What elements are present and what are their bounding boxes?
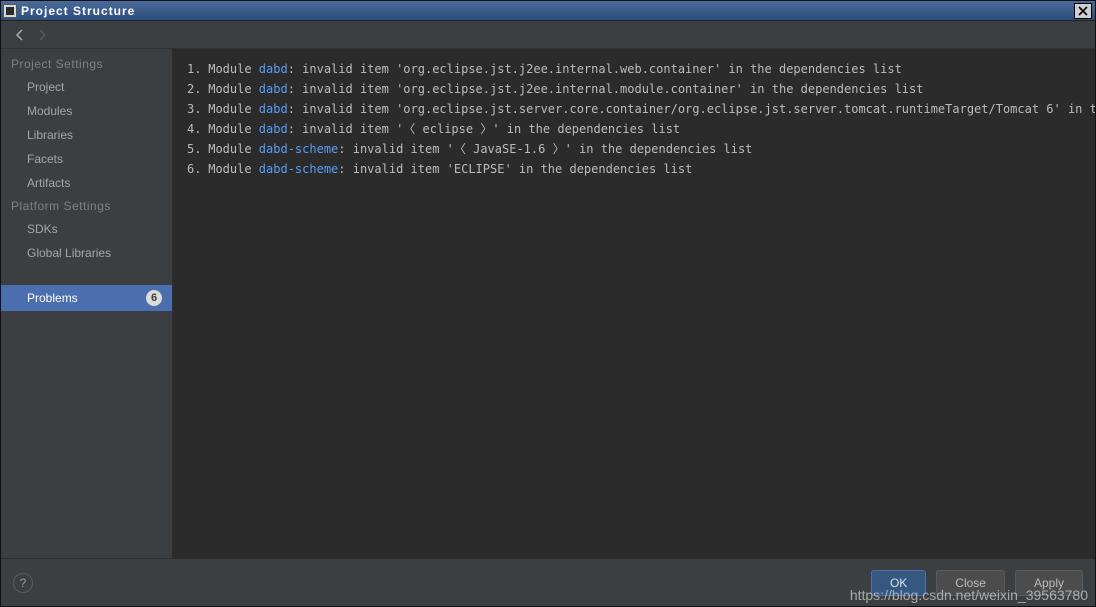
ok-button[interactable]: OK xyxy=(871,570,926,596)
sidebar: Project Settings Project Modules Librari… xyxy=(1,49,173,558)
problem-message: : invalid item 'org.eclipse.jst.j2ee.int… xyxy=(288,82,924,96)
problem-message: : invalid item '〈 eclipse 〉' in the depe… xyxy=(288,122,680,136)
module-link[interactable]: dabd xyxy=(259,102,288,116)
problem-prefix: Module xyxy=(201,102,259,116)
sidebar-item-sdks[interactable]: SDKs xyxy=(1,217,172,241)
title-bar: Project Structure xyxy=(1,1,1095,21)
problem-number: 1. xyxy=(187,59,201,79)
problem-number: 2. xyxy=(187,79,201,99)
module-link[interactable]: dabd-scheme xyxy=(259,162,338,176)
problem-number: 3. xyxy=(187,99,201,119)
section-platform-settings: Platform Settings xyxy=(1,195,172,217)
problems-count-badge: 6 xyxy=(146,290,162,306)
sidebar-item-modules[interactable]: Modules xyxy=(1,99,172,123)
sidebar-item-global-libraries[interactable]: Global Libraries xyxy=(1,241,172,265)
module-link[interactable]: dabd xyxy=(259,62,288,76)
help-button[interactable]: ? xyxy=(13,573,33,593)
problems-panel: 1. Module dabd: invalid item 'org.eclips… xyxy=(173,49,1095,558)
section-project-settings: Project Settings xyxy=(1,53,172,75)
apply-button[interactable]: Apply xyxy=(1015,570,1083,596)
close-button[interactable] xyxy=(1074,3,1092,19)
problem-row[interactable]: 5. Module dabd-scheme: invalid item '〈 J… xyxy=(187,139,1081,159)
problem-row[interactable]: 3. Module dabd: invalid item 'org.eclips… xyxy=(187,99,1081,119)
arrow-left-icon xyxy=(13,28,27,42)
sidebar-item-artifacts[interactable]: Artifacts xyxy=(1,171,172,195)
problem-message: : invalid item 'org.eclipse.jst.j2ee.int… xyxy=(288,62,902,76)
arrow-right-icon xyxy=(35,28,49,42)
problem-message: : invalid item 'ECLIPSE' in the dependen… xyxy=(338,162,692,176)
problem-number: 5. xyxy=(187,139,201,159)
problem-row[interactable]: 6. Module dabd-scheme: invalid item 'ECL… xyxy=(187,159,1081,179)
forward-button[interactable] xyxy=(33,26,51,44)
problem-prefix: Module xyxy=(201,62,259,76)
problem-row[interactable]: 4. Module dabd: invalid item '〈 eclipse … xyxy=(187,119,1081,139)
project-structure-window: Project Structure Project Settings Proje… xyxy=(0,0,1096,607)
problem-prefix: Module xyxy=(201,122,259,136)
sidebar-item-libraries[interactable]: Libraries xyxy=(1,123,172,147)
problem-prefix: Module xyxy=(201,82,259,96)
module-link[interactable]: dabd xyxy=(259,82,288,96)
sidebar-item-project[interactable]: Project xyxy=(1,75,172,99)
body: Project Settings Project Modules Librari… xyxy=(1,49,1095,558)
close-button-footer[interactable]: Close xyxy=(936,570,1005,596)
problem-message: : invalid item '〈 JavaSE-1.6 〉' in the d… xyxy=(338,142,752,156)
ok-label: OK xyxy=(890,576,907,590)
footer: ? OK Close Apply xyxy=(1,558,1095,606)
problem-prefix: Module xyxy=(201,142,259,156)
sidebar-item-problems[interactable]: Problems 6 xyxy=(1,285,172,311)
problem-row[interactable]: 2. Module dabd: invalid item 'org.eclips… xyxy=(187,79,1081,99)
sidebar-item-label: Problems xyxy=(27,291,78,305)
problem-number: 4. xyxy=(187,119,201,139)
help-icon: ? xyxy=(20,576,27,590)
window-title: Project Structure xyxy=(21,4,135,18)
sidebar-item-facets[interactable]: Facets xyxy=(1,147,172,171)
module-link[interactable]: dabd xyxy=(259,122,288,136)
close-icon xyxy=(1078,6,1088,16)
problem-message: : invalid item 'org.eclipse.jst.server.c… xyxy=(288,102,1095,116)
module-link[interactable]: dabd-scheme xyxy=(259,142,338,156)
problem-prefix: Module xyxy=(201,162,259,176)
problem-row[interactable]: 1. Module dabd: invalid item 'org.eclips… xyxy=(187,59,1081,79)
nav-row xyxy=(1,21,1095,49)
back-button[interactable] xyxy=(11,26,29,44)
apply-label: Apply xyxy=(1034,576,1064,590)
app-icon xyxy=(3,4,17,18)
close-label: Close xyxy=(955,576,986,590)
problem-number: 6. xyxy=(187,159,201,179)
